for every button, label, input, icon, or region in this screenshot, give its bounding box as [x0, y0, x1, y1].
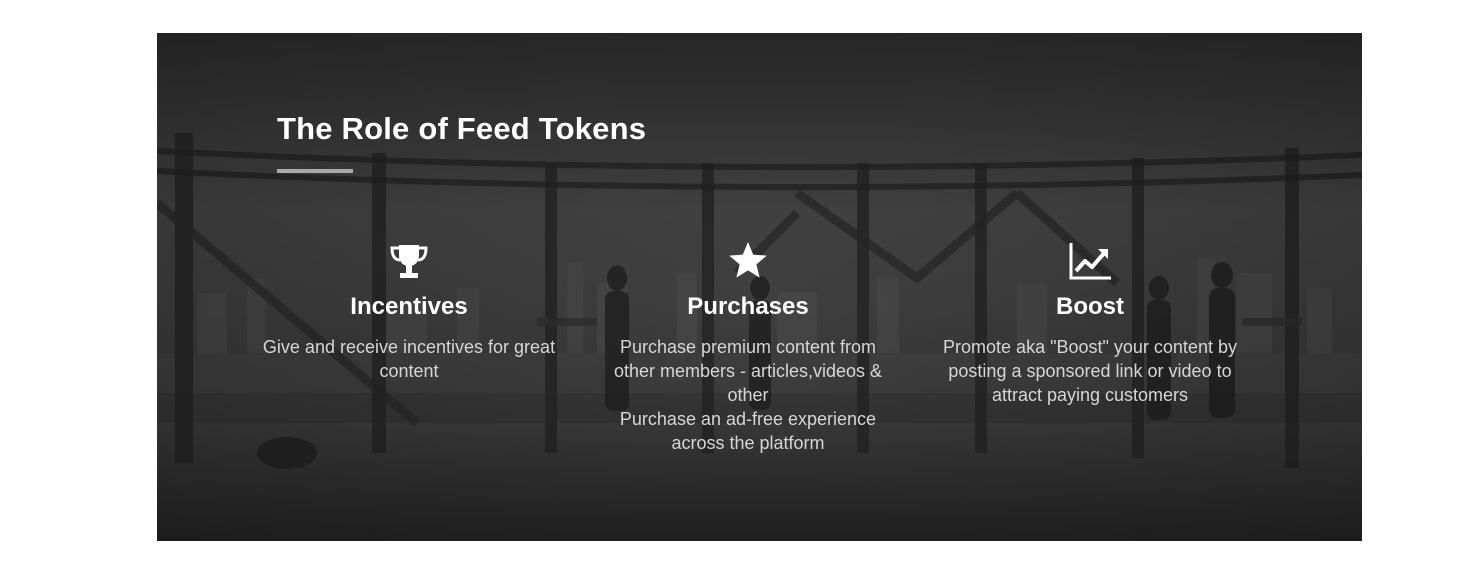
feature-title: Incentives	[350, 293, 468, 320]
trophy-icon	[390, 245, 428, 278]
title-underline-divider	[277, 169, 353, 173]
star-icon	[729, 242, 767, 278]
feature-title: Boost	[1056, 293, 1124, 320]
feature-description: Purchase premium content from other memb…	[613, 337, 883, 453]
feature-incentives: Incentives Give and receive incentives f…	[259, 237, 559, 383]
feature-purchases: Purchases Purchase premium content from …	[598, 237, 898, 455]
feature-description: Give and receive incentives for great co…	[262, 337, 556, 381]
feed-tokens-hero-section: The Role of Feed Tokens Incentives Give …	[157, 33, 1362, 541]
trending-up-chart-icon	[1069, 243, 1111, 280]
feature-description: Promote aka "Boost" your content by post…	[943, 337, 1237, 405]
section-title: The Role of Feed Tokens	[277, 111, 647, 146]
feature-boost: Boost Promote aka "Boost" your content b…	[940, 237, 1240, 407]
feature-title: Purchases	[687, 293, 809, 320]
